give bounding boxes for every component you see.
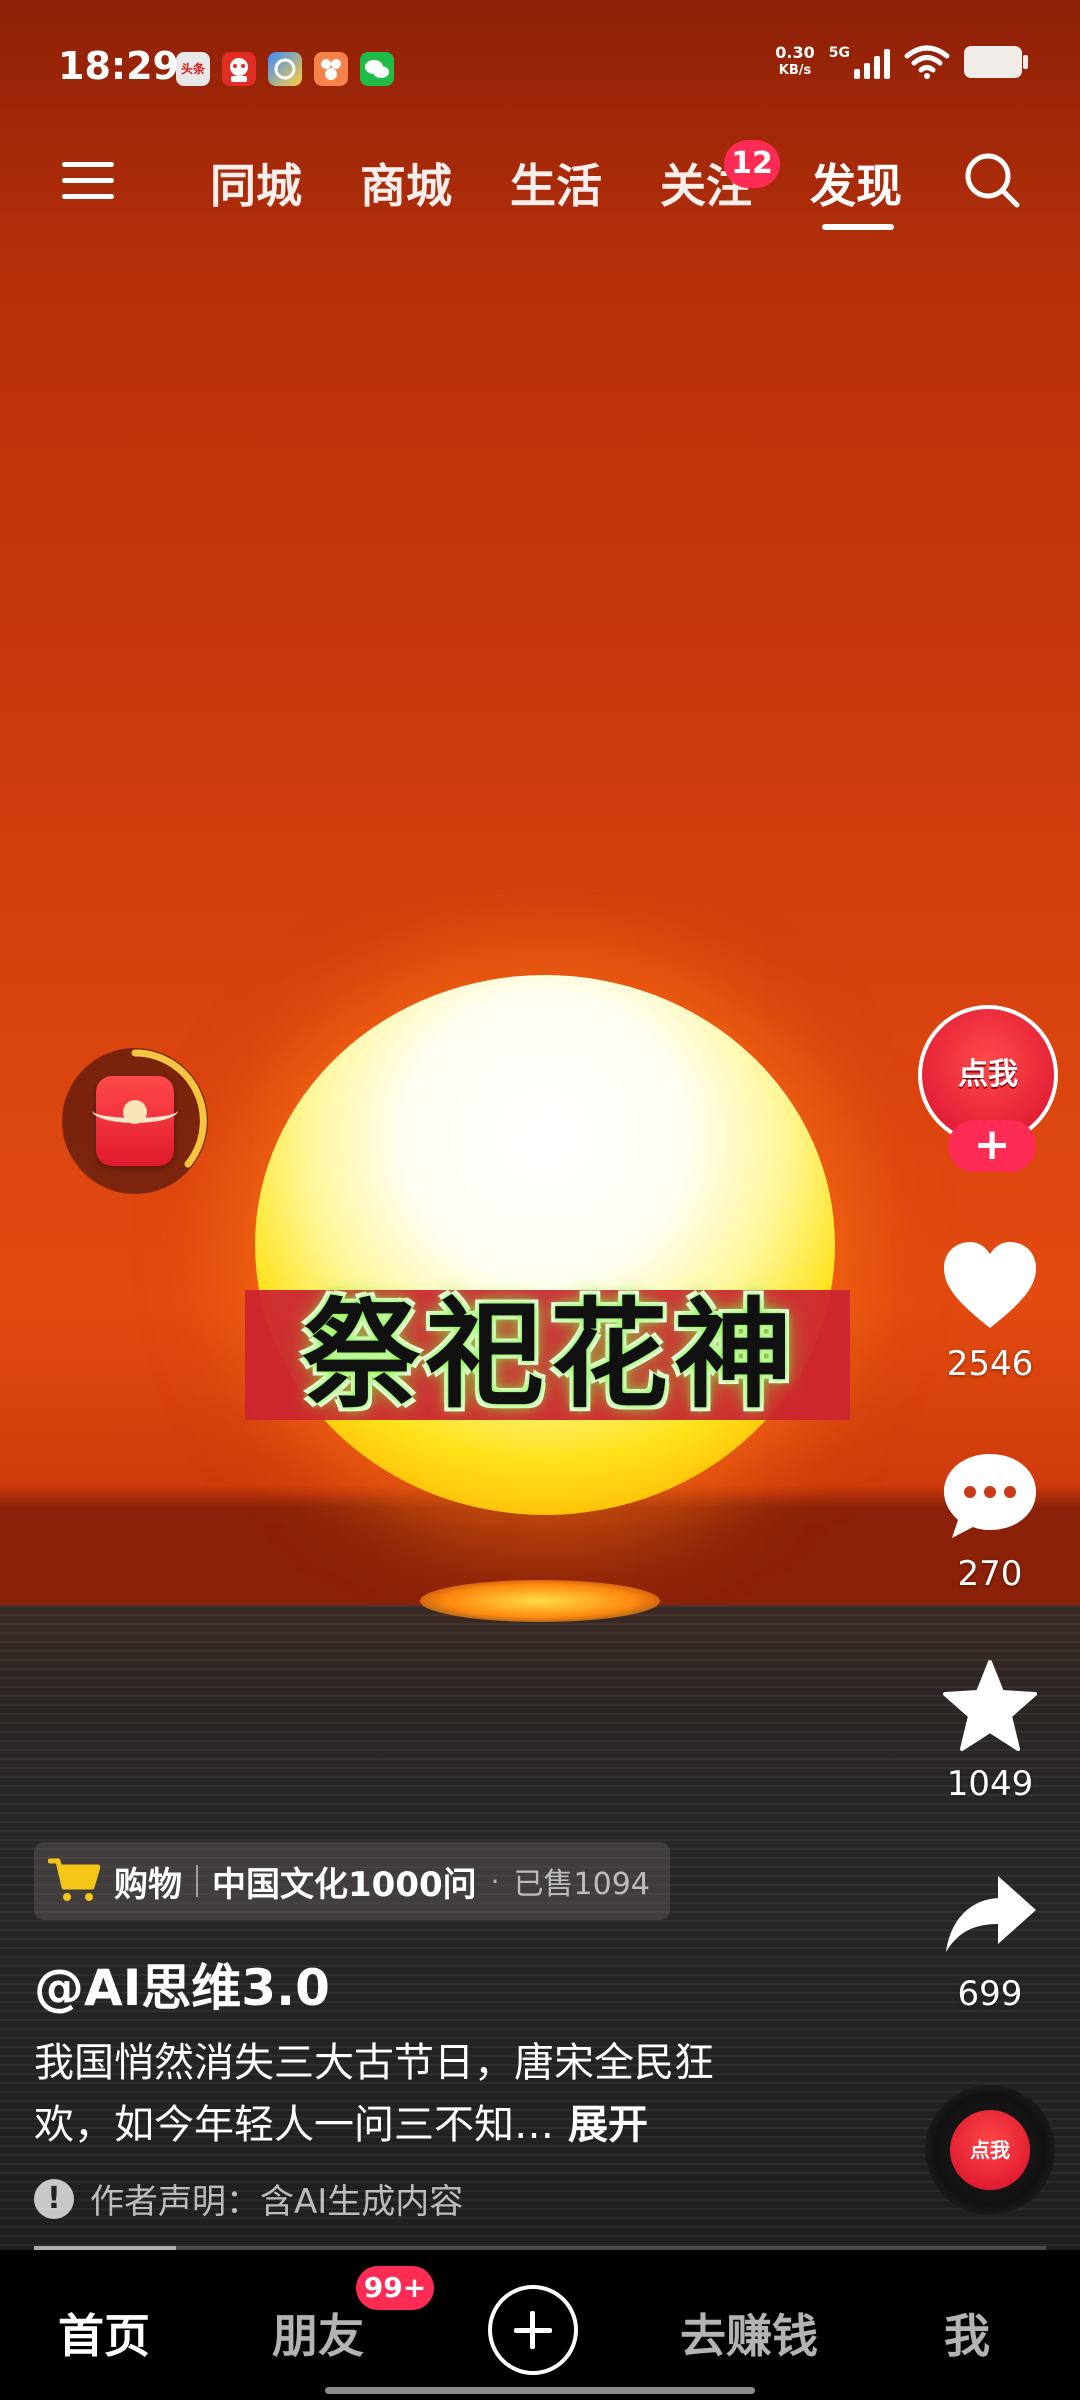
battery-icon (964, 46, 1028, 78)
comment-icon (944, 1454, 1036, 1538)
star-icon (943, 1660, 1037, 1751)
tab-friends[interactable]: 朋友 (272, 2300, 364, 2366)
redpacket-widget[interactable] (62, 1048, 208, 1194)
status-time: 18:29 (58, 44, 179, 88)
photo-icon (314, 52, 348, 86)
home-indicator[interactable] (325, 2387, 755, 2394)
tab-me[interactable]: 我 (944, 2300, 990, 2366)
bottom-tab-bar: 首页 朋友 99+ 去赚钱 我 (0, 2250, 1080, 2400)
shop-divider (196, 1865, 198, 1897)
follow-button[interactable]: + (948, 1120, 1036, 1172)
tab-earn[interactable]: 去赚钱 (680, 2300, 818, 2366)
menu-icon[interactable] (62, 155, 114, 207)
status-app-icons: 头条 (176, 52, 394, 86)
video-description[interactable]: 我国悄然消失三大古节日，唐宋全民狂欢，如今年轻人一问三不知… 展开 (34, 2032, 774, 2156)
shop-sold-count: 已售1094 (513, 1867, 650, 1902)
tab-shenghuo[interactable]: 生活 (510, 150, 602, 216)
tab-shangcheng[interactable]: 商城 (360, 150, 452, 216)
cart-icon (48, 1858, 100, 1901)
shop-product-title: 中国文化1000问 (212, 1864, 477, 1905)
warning-icon: ! (34, 2178, 74, 2219)
shopping-chip[interactable]: 购物 中国文化1000问 · 已售1094 (34, 1842, 670, 1920)
status-bar: 18:29 头条 0.30 KB/s 5G (0, 0, 1080, 140)
shop-label: 购物 (114, 1864, 182, 1905)
music-disc[interactable]: 点我 (925, 2085, 1055, 2215)
net-speed: 0.30 KB/s (775, 43, 815, 79)
music-disc-cover: 点我 (950, 2110, 1030, 2190)
wechat-icon (360, 52, 394, 86)
heart-icon (944, 1242, 1036, 1328)
friends-badge: 99+ (356, 2266, 434, 2310)
author-name[interactable]: @AI思维3.0 (34, 1948, 330, 2020)
toutiao-icon: 头条 (176, 52, 210, 86)
browser-icon (268, 52, 302, 86)
active-tab-indicator (822, 224, 894, 230)
wifi-icon (904, 45, 950, 79)
video-overlay-text: 祭祀花神 (301, 1286, 798, 1424)
share-count: 699 (957, 1974, 1023, 2014)
signal-icon: 5G (829, 45, 890, 79)
status-right: 0.30 KB/s 5G (775, 43, 1028, 80)
comment-count: 270 (957, 1554, 1023, 1594)
ai-disclaimer: ! 作者声明：含AI生成内容 (34, 2174, 463, 2223)
comment-button[interactable]: 270 (900, 1450, 1080, 1594)
jd-icon (222, 52, 256, 86)
favorite-count: 1049 (946, 1764, 1034, 1804)
tab-discover[interactable]: 发现 (810, 150, 902, 216)
create-post-button[interactable] (488, 2285, 578, 2375)
shop-dot: · (490, 1864, 500, 1898)
redpacket-icon (92, 1076, 178, 1166)
share-button[interactable]: 699 (900, 1870, 1080, 2014)
top-nav: 同城 商城 生活 关注 12 发现 (0, 140, 1080, 260)
like-count: 2546 (946, 1344, 1034, 1384)
tab-home[interactable]: 首页 (58, 2300, 150, 2366)
tab-tongcheng[interactable]: 同城 (210, 150, 302, 216)
like-button[interactable]: 2546 (900, 1240, 1080, 1384)
favorite-button[interactable]: 1049 (900, 1660, 1080, 1804)
expand-link[interactable]: 展开 (568, 2102, 648, 2148)
video-sun-reflection (420, 1580, 660, 1622)
ai-disclaimer-text: 作者声明：含AI生成内容 (90, 2182, 464, 2222)
follow-badge: 12 (724, 140, 780, 188)
share-arrow-icon (946, 1876, 1036, 1952)
search-icon[interactable] (962, 150, 1022, 210)
